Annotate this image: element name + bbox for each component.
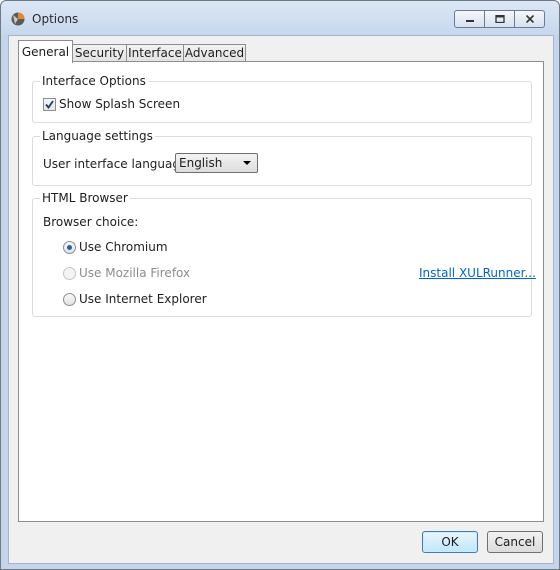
window-title: Options: [32, 12, 79, 26]
use-mozilla-firefox-label: Use Mozilla Firefox: [79, 266, 191, 280]
show-splash-label: Show Splash Screen: [59, 97, 181, 111]
dropdown-arrow-icon: [243, 161, 251, 165]
interface-options-group: Interface Options Show Splash Screen: [32, 74, 532, 123]
cancel-button-label: Cancel: [494, 535, 536, 549]
app-logo-icon: [11, 12, 25, 26]
title-bar[interactable]: Options: [1, 1, 559, 37]
tab-general[interactable]: General: [18, 40, 73, 63]
close-icon: [525, 15, 534, 23]
language-label: User interface language:: [43, 157, 192, 171]
use-chromium-label: Use Chromium: [79, 240, 168, 254]
browser-choice-label: Browser choice:: [43, 215, 139, 229]
ok-button-label: OK: [441, 535, 459, 549]
language-select[interactable]: English: [175, 153, 258, 173]
tab-interface[interactable]: Interface: [126, 44, 184, 61]
close-button[interactable]: [514, 10, 545, 28]
caption-buttons: [454, 10, 545, 28]
ok-button[interactable]: OK: [422, 531, 478, 553]
maximize-icon: [494, 15, 505, 23]
tab-label: Interface: [128, 46, 182, 60]
radio-use-chromium[interactable]: [63, 241, 76, 254]
tab-advanced[interactable]: Advanced: [183, 44, 246, 61]
options-window: Options General Security Interface Advan…: [0, 0, 560, 570]
tab-label: Advanced: [184, 46, 245, 60]
tab-label: General: [21, 45, 70, 59]
dialog-client-area: General Security Interface Advanced Inte…: [8, 35, 554, 564]
tab-security[interactable]: Security: [72, 44, 127, 61]
maximize-button[interactable]: [484, 10, 515, 28]
install-xulrunner-link[interactable]: Install XULRunner...: [419, 266, 536, 280]
group-label: Language settings: [40, 129, 155, 143]
show-splash-checkbox[interactable]: [43, 98, 56, 111]
tab-label: Security: [74, 46, 125, 60]
minimize-button[interactable]: [454, 10, 485, 28]
radio-use-internet-explorer[interactable]: [63, 293, 76, 306]
general-tab-panel: Interface Options Show Splash Screen Lan…: [18, 61, 544, 522]
radio-use-mozilla-firefox[interactable]: [63, 267, 76, 280]
language-settings-group: Language settings User interface languag…: [32, 129, 532, 186]
language-select-value: English: [179, 156, 223, 170]
minimize-icon: [465, 20, 474, 22]
use-internet-explorer-label: Use Internet Explorer: [79, 292, 207, 306]
group-label: HTML Browser: [40, 191, 130, 205]
group-label: Interface Options: [40, 74, 148, 88]
checkmark-icon: [45, 100, 54, 109]
cancel-button[interactable]: Cancel: [487, 531, 543, 553]
html-browser-group: HTML Browser Browser choice: Use Chromiu…: [32, 191, 536, 317]
